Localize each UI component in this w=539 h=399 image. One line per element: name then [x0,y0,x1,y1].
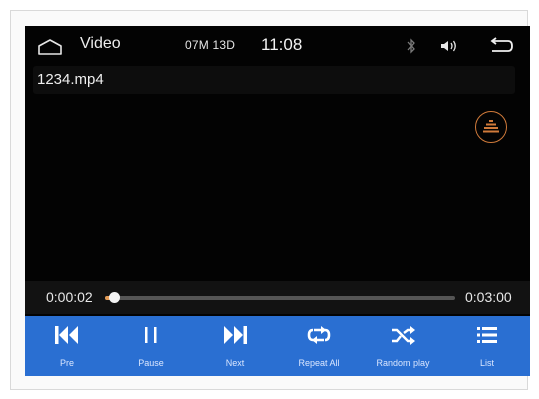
status-bar: Video 07M 13D 11:08 [25,26,530,66]
repeat-all-button[interactable]: Repeat All [277,316,361,376]
clock-display: 11:08 [261,35,303,54]
date-display: 07M 13D [185,38,236,52]
seek-thumb[interactable] [109,292,120,303]
home-icon [38,39,62,55]
equalizer-button[interactable] [475,111,507,143]
file-name: 1234.mp4 [37,71,104,88]
pause-label: Pause [138,358,164,368]
random-play-label: Random play [376,358,430,368]
random-play-button[interactable]: Random play [361,316,445,376]
repeat-label: Repeat All [298,358,340,368]
previous-label: Pre [59,358,74,368]
video-player-screen: Video 07M 13D 11:08 1234.mp4 0:00:02 0:0… [25,26,530,376]
total-duration: 0:03:00 [465,289,512,305]
volume-button[interactable] [439,38,459,54]
next-label: Next [225,358,245,368]
back-button[interactable] [486,36,514,56]
seek-bar[interactable] [105,292,455,303]
list-label: List [479,358,494,368]
next-button[interactable]: Next [193,316,277,376]
list-icon [477,327,497,343]
elapsed-time: 0:00:02 [46,289,93,305]
skip-previous-icon [55,326,78,344]
repeat-icon [307,326,331,344]
bluetooth-icon [405,38,417,54]
pause-icon [145,327,157,343]
shuffle-icon [392,326,415,345]
filename-bar: 1234.mp4 [33,66,515,94]
previous-button[interactable]: Pre [25,316,109,376]
progress-area: 0:00:02 0:03:00 [25,281,530,314]
app-title: Video [80,35,121,52]
volume-icon [441,40,456,52]
home-button[interactable] [37,37,63,57]
skip-next-icon [224,326,247,344]
pause-button[interactable]: Pause [109,316,193,376]
back-arrow-icon [490,37,513,52]
list-button[interactable]: List [445,316,529,376]
control-bar: Pre Pause Next Repeat All Random play Li… [25,316,530,376]
equalizer-icon [483,120,499,133]
